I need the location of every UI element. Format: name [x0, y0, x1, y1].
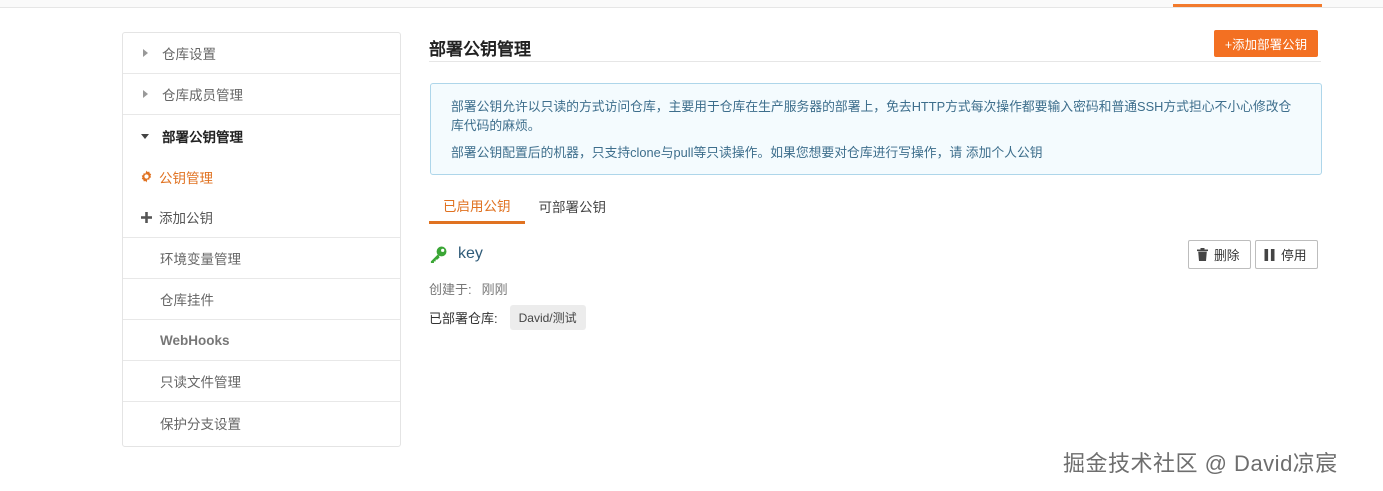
sidebar-item-widgets[interactable]: 仓库挂件	[123, 279, 400, 320]
sidebar-item-repo-settings[interactable]: 仓库设置	[123, 33, 400, 74]
key-entry-header: key	[429, 244, 483, 264]
sidebar-item-label: 保护分支设置	[160, 416, 241, 432]
key-name[interactable]: key	[458, 245, 483, 263]
top-bar	[0, 0, 1383, 8]
sidebar-subitem-label: 公钥管理	[159, 170, 213, 186]
sidebar-item-env-vars[interactable]: 环境变量管理	[123, 238, 400, 279]
sidebar-item-label: WebHooks	[160, 332, 230, 348]
sidebar-subitem-add-key[interactable]: 添加公钥	[123, 197, 400, 238]
key-icon	[429, 244, 449, 264]
notice-text-2-prefix: 部署公钥配置后的机器，只支持clone与pull等只读操作。如果您想要对仓库进行…	[451, 145, 966, 160]
sidebar-subitem-label: 添加公钥	[159, 211, 213, 226]
sidebar-item-label: 只读文件管理	[160, 375, 241, 390]
title-divider	[429, 61, 1321, 62]
disable-label: 停用	[1281, 248, 1307, 263]
page-title: 部署公钥管理	[429, 40, 531, 59]
add-personal-key-link[interactable]: 添加个人公钥	[966, 145, 1043, 160]
watermark: 掘金技术社区 @ David凉宸	[1063, 451, 1338, 476]
caret-down-icon	[141, 133, 149, 139]
created-value: 刚刚	[481, 282, 508, 297]
settings-sidebar: 仓库设置 仓库成员管理 部署公钥管理 公钥管理 添加公钥 环境变量管理 仓库挂件	[122, 32, 401, 447]
deployed-label: 已部署仓库:	[429, 311, 498, 326]
repo-tag[interactable]: David/测试	[509, 305, 586, 330]
sidebar-item-label: 仓库挂件	[160, 293, 214, 308]
sidebar-subitem-key-manage[interactable]: 公钥管理	[123, 156, 400, 197]
sidebar-item-webhooks[interactable]: WebHooks	[123, 320, 400, 361]
top-accent-line	[1173, 4, 1322, 7]
created-label: 创建于:	[429, 282, 472, 297]
key-deployed-repos: 已部署仓库: David/测试	[429, 305, 586, 330]
caret-right-icon	[143, 90, 148, 98]
caret-right-icon	[143, 49, 148, 57]
delete-key-button[interactable]: 删除	[1188, 240, 1251, 269]
sidebar-item-readonly-files[interactable]: 只读文件管理	[123, 361, 400, 402]
trash-icon	[1197, 248, 1208, 261]
sidebar-item-deploy-keys[interactable]: 部署公钥管理	[123, 115, 400, 156]
tab-deployable-keys[interactable]: 可部署公钥	[525, 188, 621, 224]
notice-text-1: 部署公钥允许以只读的方式访问仓库，主要用于仓库在生产服务器的部署上，免去HTTP…	[451, 99, 1292, 133]
tab-enabled-keys[interactable]: 已启用公钥	[429, 188, 525, 224]
disable-key-button[interactable]: 停用	[1255, 240, 1318, 269]
sidebar-item-label: 仓库设置	[162, 47, 216, 62]
sidebar-item-protected-branches[interactable]: 保护分支设置	[123, 402, 400, 443]
key-tabs: 已启用公钥 可部署公钥	[429, 188, 620, 224]
sidebar-item-label: 环境变量管理	[160, 252, 241, 267]
add-deploy-key-button[interactable]: +添加部署公钥	[1214, 30, 1318, 57]
sidebar-item-label: 仓库成员管理	[162, 88, 243, 103]
delete-label: 删除	[1214, 248, 1240, 263]
key-created: 创建于: 刚刚	[429, 279, 508, 298]
info-notice: 部署公钥允许以只读的方式访问仓库，主要用于仓库在生产服务器的部署上，免去HTTP…	[430, 83, 1322, 175]
gear-icon	[139, 170, 153, 184]
sidebar-item-label: 部署公钥管理	[162, 129, 243, 145]
sidebar-item-members[interactable]: 仓库成员管理	[123, 74, 400, 115]
plus-icon	[139, 210, 153, 224]
pause-icon	[1264, 248, 1275, 261]
notice-text-2: 部署公钥配置后的机器，只支持clone与pull等只读操作。如果您想要对仓库进行…	[451, 143, 1301, 162]
